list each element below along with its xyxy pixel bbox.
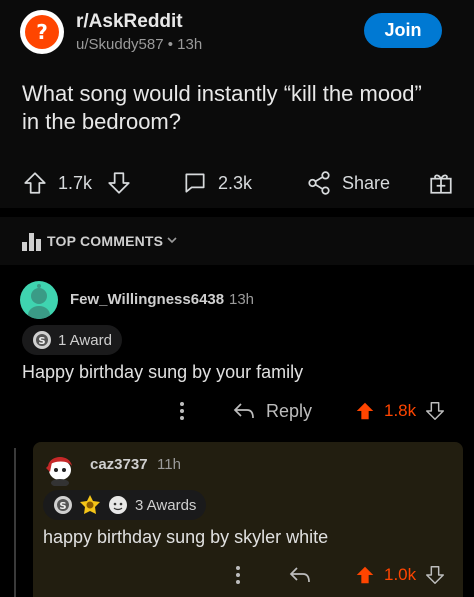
- avatar[interactable]: [42, 452, 78, 487]
- upvote-button[interactable]: [22, 165, 48, 201]
- top-sort-icon: [22, 233, 41, 251]
- gold-award-icon: [80, 495, 100, 514]
- comment-vote-group: 1.8k: [354, 396, 446, 426]
- more-options-button[interactable]: [228, 560, 248, 590]
- post-title: What song would instantly “kill the mood…: [22, 81, 422, 134]
- comment-vote-group: 1.0k: [354, 560, 446, 590]
- chevron-down-icon: [167, 237, 177, 244]
- comment-time: 11h: [157, 456, 181, 473]
- comments-button[interactable]: 2.3k: [182, 165, 252, 201]
- sort-label: TOP COMMENTS: [47, 233, 164, 249]
- comment-count: 2.3k: [218, 172, 253, 193]
- downvote-icon[interactable]: [424, 564, 446, 586]
- downvote-icon: [108, 172, 130, 194]
- comment-vote-count: 1.8k: [384, 401, 417, 420]
- awards-label: 1 Award: [58, 331, 112, 349]
- downvote-icon[interactable]: [424, 400, 446, 422]
- post-actions: 1.7k 2.3k Share: [0, 165, 474, 201]
- post-header: ? r/AskReddit u/Skuddy587 • 13h Join Wha…: [0, 0, 474, 208]
- reply-label: Reply: [266, 400, 313, 421]
- thread-line[interactable]: [14, 448, 16, 597]
- reply-button[interactable]: [288, 560, 312, 590]
- upvote-icon[interactable]: [354, 400, 376, 422]
- reply-button[interactable]: Reply: [232, 396, 312, 426]
- silver-award-icon: S: [33, 331, 51, 349]
- sort-bar[interactable]: TOP COMMENTS: [0, 217, 474, 265]
- reply-icon: [233, 403, 254, 419]
- snoo-avatar-icon: [46, 457, 72, 487]
- post-meta[interactable]: u/Skuddy587 • 13h: [76, 36, 202, 53]
- snoo-avatar-icon: [28, 284, 50, 319]
- gift-icon: [430, 174, 452, 194]
- avatar[interactable]: [20, 281, 58, 319]
- post-vote-count: 1.7k: [58, 172, 93, 193]
- more-vertical-icon: [180, 402, 184, 420]
- downvote-button[interactable]: [106, 165, 132, 201]
- more-options-button[interactable]: [172, 396, 192, 426]
- upvote-icon: [24, 172, 46, 194]
- askreddit-logo-icon: ?: [25, 15, 59, 49]
- awards-pill[interactable]: S 1 Award: [22, 325, 122, 355]
- award-button[interactable]: [428, 165, 454, 201]
- awards-label: 3 Awards: [135, 496, 197, 514]
- join-button[interactable]: Join: [364, 13, 442, 48]
- comment-author[interactable]: caz3737: [90, 456, 148, 473]
- svg-text:S: S: [59, 501, 66, 512]
- subreddit-name[interactable]: r/AskReddit: [76, 11, 183, 33]
- comment-vote-count: 1.0k: [384, 565, 417, 584]
- comment-body: Happy birthday sung by your family: [22, 362, 304, 382]
- reply-icon: [289, 567, 310, 583]
- share-icon: [308, 171, 330, 195]
- silver-award-icon: S: [54, 496, 72, 514]
- comment-time: 13h: [229, 291, 255, 308]
- share-button[interactable]: Share: [306, 165, 390, 201]
- comment-body: happy birthday sung by skyler white: [43, 527, 329, 547]
- comment-author[interactable]: Few_Willingness6438: [70, 291, 224, 308]
- svg-text:S: S: [38, 336, 45, 347]
- subreddit-avatar[interactable]: ?: [20, 10, 64, 54]
- upvote-icon[interactable]: [354, 564, 376, 586]
- more-vertical-icon: [236, 566, 240, 584]
- wholesome-award-icon: [109, 496, 127, 514]
- awards-pill[interactable]: S 3 Awards: [43, 490, 207, 520]
- comment-icon: [185, 173, 205, 193]
- share-label: Share: [342, 172, 391, 193]
